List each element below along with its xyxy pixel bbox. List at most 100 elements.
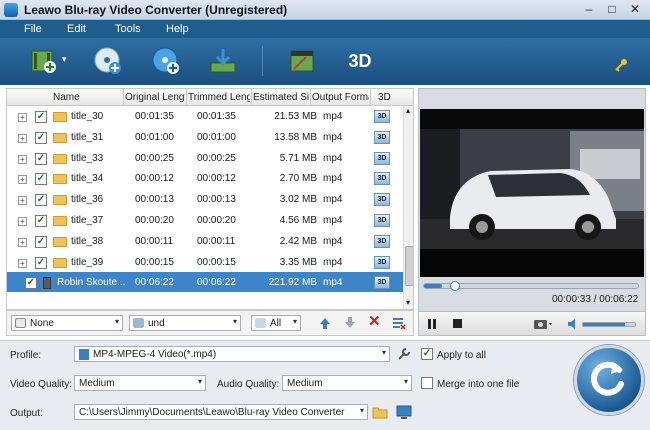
- apply-to-all-checkbox[interactable]: ✓: [421, 348, 433, 360]
- expand-toggle[interactable]: +: [18, 113, 27, 122]
- 3d-settings-icon[interactable]: 3D: [374, 193, 390, 207]
- maximize-button[interactable]: □: [603, 2, 621, 17]
- delete-icon: ✕: [368, 313, 381, 330]
- profile-select[interactable]: MP4-MPEG-4 Video(*.mp4) ▾: [74, 346, 390, 362]
- scroll-thumb[interactable]: [405, 246, 413, 286]
- row-name: title_39: [71, 256, 104, 268]
- expand-toggle[interactable]: +: [18, 217, 27, 226]
- menu-help[interactable]: Help: [166, 23, 189, 35]
- folder-icon: [53, 257, 67, 268]
- file-list-row[interactable]: + ✓ title_38 00:00:11 00:00:11 2.42 MB mp4 3D: [7, 231, 403, 251]
- row-output-format: mp4: [323, 111, 343, 122]
- minimize-button[interactable]: –: [580, 2, 598, 17]
- row-checkbox[interactable]: ✓: [35, 215, 47, 227]
- expand-toggle[interactable]: +: [18, 133, 27, 143]
- delete-button[interactable]: ✕: [368, 314, 384, 330]
- row-checkbox[interactable]: ✓: [35, 131, 47, 144]
- add-video-button[interactable]: [28, 45, 60, 77]
- file-list-row[interactable]: + ✓ title_30 00:01:35 00:01:35 21.53 MB mp4 3D: [7, 106, 403, 126]
- expand-toggle[interactable]: +: [18, 154, 27, 164]
- stop-button[interactable]: [453, 319, 462, 328]
- row-checkbox[interactable]: ✓: [35, 173, 47, 186]
- expand-toggle[interactable]: +: [18, 196, 27, 206]
- column-trimmed-length[interactable]: Trimmed Length: [188, 92, 250, 103]
- 3d-settings-icon[interactable]: 3D: [374, 130, 390, 144]
- move-up-button[interactable]: [318, 316, 332, 330]
- menu-file[interactable]: File: [24, 23, 42, 35]
- pause-button[interactable]: [427, 318, 437, 330]
- toolbar-divider: [262, 46, 263, 76]
- 3d-settings-icon[interactable]: 3D: [374, 214, 390, 227]
- 3d-settings-icon[interactable]: 3D: [374, 110, 390, 123]
- row-checkbox[interactable]: ✓: [35, 194, 47, 207]
- audio-icon: [133, 318, 144, 328]
- expand-toggle[interactable]: +: [18, 175, 27, 185]
- close-button[interactable]: ✕: [626, 2, 644, 17]
- edit-video-icon: [290, 50, 314, 72]
- file-list-scrollbar[interactable]: ▴ ▾: [403, 106, 413, 309]
- convert-button[interactable]: [574, 345, 644, 415]
- merge-checkbox[interactable]: [421, 377, 433, 389]
- filter-select[interactable]: All ▾: [251, 315, 301, 331]
- column-output-format[interactable]: Output Format: [312, 92, 369, 103]
- snapshot-button[interactable]: [533, 317, 555, 331]
- download-button[interactable]: [207, 45, 239, 77]
- output-label: Output:: [10, 408, 43, 419]
- profile-label: Profile:: [10, 350, 42, 361]
- seek-handle[interactable]: [450, 281, 461, 291]
- scroll-down-arrow[interactable]: ▾: [406, 298, 410, 307]
- video-quality-select[interactable]: Medium ▾: [74, 375, 206, 391]
- open-output-button[interactable]: [396, 404, 412, 420]
- file-list-row[interactable]: + ✓ title_31 00:01:00 00:01:00 13.58 MB mp4 3D: [7, 127, 403, 147]
- expand-toggle[interactable]: +: [18, 237, 27, 247]
- file-list-row[interactable]: + ✓ title_34 00:00:12 00:00:12 2.70 MB mp4 3D: [7, 168, 403, 188]
- 3d-settings-icon[interactable]: 3D: [374, 151, 390, 165]
- file-list-header: Name Original Length Trimmed Length Esti…: [6, 88, 414, 106]
- file-list-row[interactable]: ✓ Robin Skoute... 00:06:22 00:06:22 221.92 M…: [7, 272, 403, 293]
- chevron-down-icon: ▾: [403, 377, 408, 386]
- column-3d[interactable]: 3D: [378, 92, 391, 103]
- chevron-down-icon: ▾: [232, 317, 237, 326]
- row-checkbox[interactable]: ✓: [35, 111, 47, 123]
- move-down-button[interactable]: [343, 316, 357, 330]
- row-original-length: 00:00:20: [135, 215, 174, 226]
- browse-folder-button[interactable]: [372, 404, 388, 420]
- row-checkbox[interactable]: ✓: [35, 256, 47, 269]
- volume-slider[interactable]: [582, 322, 636, 327]
- file-list-row[interactable]: + ✓ title_36 00:00:13 00:00:13 3.02 MB mp4 3D: [7, 189, 403, 209]
- row-checkbox[interactable]: ✓: [25, 277, 37, 290]
- file-list-row[interactable]: + ✓ title_33 00:00:25 00:00:25 5.71 MB mp4 3D: [7, 148, 403, 168]
- profile-settings-button[interactable]: [396, 346, 412, 362]
- menu-edit[interactable]: Edit: [67, 23, 86, 35]
- subtitle-select[interactable]: None ▾: [11, 315, 123, 331]
- add-video-dropdown[interactable]: ▾: [62, 54, 67, 65]
- video-preview[interactable]: [420, 109, 644, 277]
- add-bluray-button[interactable]: [92, 45, 124, 77]
- row-checkbox[interactable]: ✓: [35, 235, 47, 248]
- file-list-row[interactable]: + ✓ title_37 00:00:20 00:00:20 4.56 MB mp4 3D: [7, 210, 403, 230]
- 3d-button[interactable]: 3D: [344, 45, 376, 77]
- volume-button[interactable]: [567, 318, 579, 330]
- row-original-length: 00:00:13: [135, 194, 174, 206]
- 3d-settings-icon[interactable]: 3D: [374, 172, 390, 186]
- row-checkbox[interactable]: ✓: [35, 152, 47, 165]
- expand-toggle[interactable]: +: [18, 258, 27, 268]
- register-button[interactable]: [614, 58, 628, 72]
- add-dvd-button[interactable]: [150, 45, 182, 77]
- seek-bar[interactable]: [423, 281, 639, 291]
- column-original-length[interactable]: Original Length: [125, 92, 185, 103]
- video-file-icon: [43, 277, 51, 290]
- 3d-settings-icon[interactable]: 3D: [374, 255, 390, 269]
- column-estimated-size[interactable]: Estimated Size: [253, 92, 309, 103]
- 3d-settings-icon[interactable]: 3D: [374, 276, 390, 290]
- file-list-row[interactable]: + ✓ title_39 00:00:15 00:00:15 3.35 MB mp4 3D: [7, 252, 403, 272]
- column-name[interactable]: Name: [53, 92, 80, 103]
- output-path-field[interactable]: C:\Users\Jimmy\Documents\Leawo\Blu-ray V…: [74, 404, 368, 420]
- 3d-settings-icon[interactable]: 3D: [374, 234, 390, 248]
- audio-quality-select[interactable]: Medium ▾: [282, 375, 412, 391]
- audio-track-select[interactable]: und ▾: [129, 315, 241, 331]
- clear-list-button[interactable]: [392, 316, 406, 330]
- edit-video-button[interactable]: [286, 45, 318, 77]
- menu-tools[interactable]: Tools: [115, 23, 141, 35]
- scroll-up-arrow[interactable]: ▴: [406, 106, 410, 115]
